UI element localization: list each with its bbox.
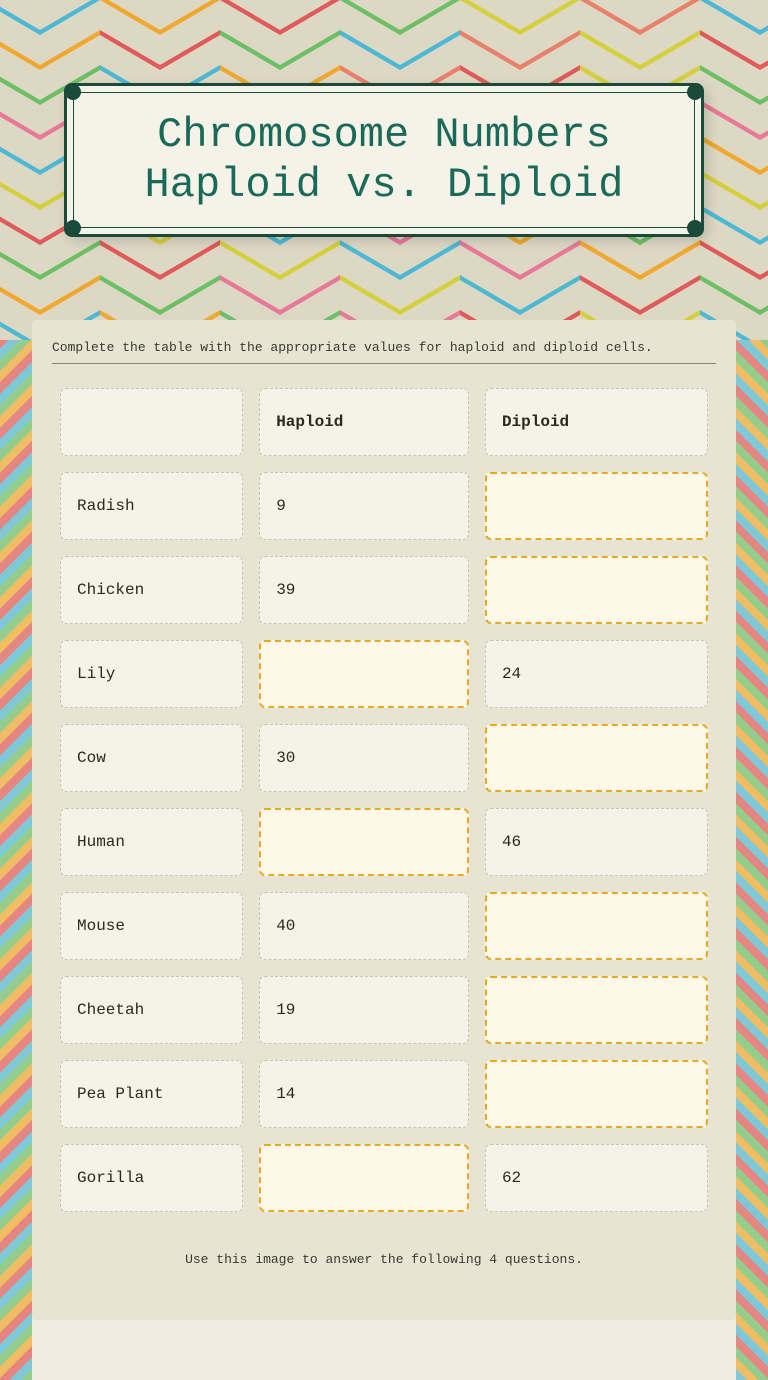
organism-cell: Mouse [60, 892, 243, 960]
diploid-cell[interactable] [485, 892, 708, 960]
corner-decoration-br [687, 220, 703, 236]
diploid-cell[interactable] [485, 976, 708, 1044]
organism-cell: Human [60, 808, 243, 876]
table-row: Cow30 [52, 716, 716, 800]
organism-cell: Radish [60, 472, 243, 540]
diploid-cell[interactable] [485, 472, 708, 540]
diploid-cell[interactable] [485, 1060, 708, 1128]
right-decoration [736, 340, 768, 1380]
table-row: Cheetah19 [52, 968, 716, 1052]
title-box: Chromosome Numbers Haploid vs. Diploid [64, 83, 704, 238]
instructions-text: Complete the table with the appropriate … [52, 340, 716, 364]
header-diploid: Diploid [485, 388, 708, 456]
corner-decoration-bl [65, 220, 81, 236]
corner-decoration-tr [687, 84, 703, 100]
haploid-cell: 39 [259, 556, 469, 624]
organism-cell: Cow [60, 724, 243, 792]
table-row: Mouse40 [52, 884, 716, 968]
table-row: Chicken39 [52, 548, 716, 632]
haploid-cell[interactable] [259, 1144, 469, 1212]
haploid-cell: 14 [259, 1060, 469, 1128]
table-row: Pea Plant14 [52, 1052, 716, 1136]
header-organism [60, 388, 243, 456]
footer-text: Use this image to answer the following 4… [52, 1252, 716, 1267]
haploid-cell: 19 [259, 976, 469, 1044]
organism-cell: Cheetah [60, 976, 243, 1044]
organism-cell: Lily [60, 640, 243, 708]
title-line1: Chromosome Numbers [157, 111, 611, 159]
header-haploid: Haploid [259, 388, 469, 456]
page-title: Chromosome Numbers Haploid vs. Diploid [115, 110, 653, 211]
table-row: Gorilla 62 [52, 1136, 716, 1220]
title-line2: Haploid vs. Diploid [145, 161, 624, 209]
organism-cell: Chicken [60, 556, 243, 624]
haploid-cell: 30 [259, 724, 469, 792]
organism-cell: Pea Plant [60, 1060, 243, 1128]
title-area: Chromosome Numbers Haploid vs. Diploid [0, 0, 768, 320]
chromosome-table: Haploid Diploid Radish9Chicken39Lily24Co… [52, 380, 716, 1220]
main-content: Complete the table with the appropriate … [32, 320, 736, 1320]
table-row: Radish9 [52, 464, 716, 548]
diploid-cell[interactable] [485, 724, 708, 792]
organism-cell: Gorilla [60, 1144, 243, 1212]
diploid-cell[interactable] [485, 556, 708, 624]
haploid-cell: 40 [259, 892, 469, 960]
diploid-cell: 46 [485, 808, 708, 876]
haploid-cell[interactable] [259, 808, 469, 876]
table-header-row: Haploid Diploid [52, 380, 716, 464]
table-row: Lily 24 [52, 632, 716, 716]
table-row: Human 46 [52, 800, 716, 884]
diploid-cell: 62 [485, 1144, 708, 1212]
left-decoration [0, 340, 32, 1380]
haploid-cell[interactable] [259, 640, 469, 708]
diploid-cell: 24 [485, 640, 708, 708]
corner-decoration-tl [65, 84, 81, 100]
haploid-cell: 9 [259, 472, 469, 540]
